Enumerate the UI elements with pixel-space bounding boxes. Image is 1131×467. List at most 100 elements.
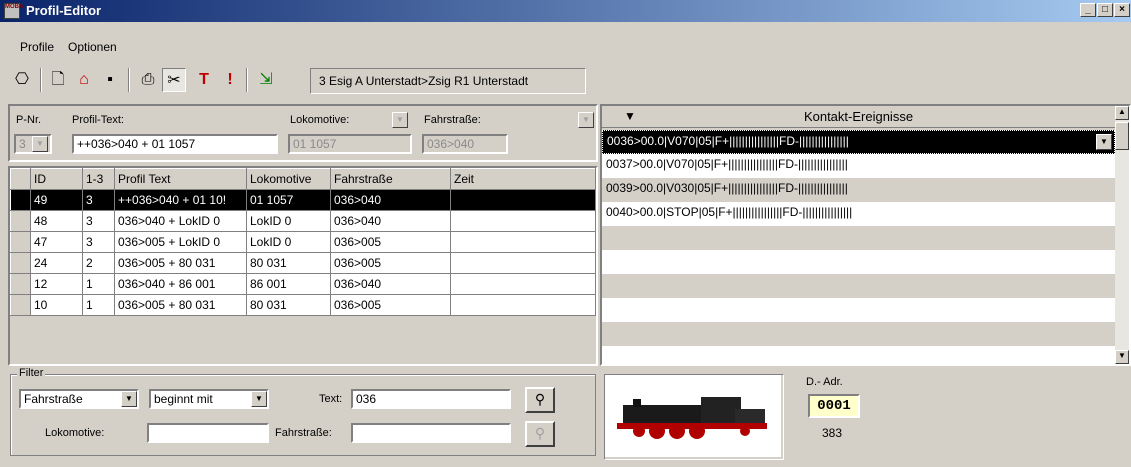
chevron-down-icon[interactable]: ▼ bbox=[578, 112, 594, 128]
menu-profile[interactable]: Profile bbox=[20, 40, 54, 54]
current-row-icon: ▶ bbox=[10, 189, 31, 211]
warning-icon[interactable]: ! bbox=[218, 68, 242, 92]
chevron-down-icon[interactable]: ▼ bbox=[32, 136, 48, 152]
route-input[interactable]: 036>040 bbox=[422, 134, 508, 154]
cell: 036>040 bbox=[330, 273, 451, 295]
filter-route-label: Fahrstraße: bbox=[275, 427, 332, 439]
cell: LokID 0 bbox=[246, 210, 331, 232]
row-header bbox=[10, 294, 31, 316]
dadr-label: D.- Adr. bbox=[806, 376, 843, 388]
event-item-selected[interactable]: 0036>00.0|V070|05|F+||||||||||||||||FD-|… bbox=[602, 130, 1115, 154]
events-panel: ▼ Kontakt-Ereignisse 0036>00.0|V070|05|F… bbox=[600, 104, 1131, 366]
filter-route-input[interactable] bbox=[351, 423, 511, 443]
filter-text-input[interactable]: 036 bbox=[351, 389, 511, 409]
col-zeit[interactable]: Zeit bbox=[450, 168, 596, 190]
events-scrollbar[interactable]: ▲ ▼ bbox=[1115, 106, 1129, 364]
event-item-empty[interactable] bbox=[602, 274, 1115, 298]
cell: 3 bbox=[82, 189, 115, 211]
event-item[interactable]: 0039>00.0|V030|05|F+||||||||||||||||FD-|… bbox=[602, 178, 1115, 202]
table-row[interactable]: ▶ 49 3 ++036>040 + 01 10! 01 1057 036>04… bbox=[10, 189, 596, 211]
cell bbox=[450, 189, 596, 211]
col-1-3[interactable]: 1-3 bbox=[82, 168, 115, 190]
table-row[interactable]: 10 1 036>005 + 80 031 80 031 036>005 bbox=[10, 294, 596, 316]
profile-text-label: Profil-Text: bbox=[72, 114, 124, 126]
cell: 24 bbox=[30, 252, 83, 274]
locomotive-image bbox=[605, 375, 781, 457]
toolbar-separator bbox=[246, 68, 248, 92]
profile-text-input[interactable]: ++036>040 + 01 1057 bbox=[72, 134, 278, 154]
exit-icon[interactable]: ⇲ bbox=[254, 68, 278, 92]
chevron-down-icon[interactable]: ▼ bbox=[1096, 134, 1112, 150]
delete-icon[interactable]: ⌂ bbox=[72, 68, 96, 92]
network-icon[interactable]: ⎔ bbox=[10, 68, 34, 92]
event-item[interactable]: 0037>00.0|V070|05|F+||||||||||||||||FD-|… bbox=[602, 154, 1115, 178]
loco-number: 383 bbox=[822, 426, 843, 440]
save-icon[interactable]: ▪ bbox=[98, 68, 122, 92]
scroll-up-icon[interactable]: ▲ bbox=[1115, 106, 1129, 120]
minimize-button[interactable]: _ bbox=[1080, 3, 1096, 17]
cell: 47 bbox=[30, 231, 83, 253]
cell: 2 bbox=[82, 252, 115, 274]
table-header: ID 1-3 Profil Text Lokomotive Fahrstraße… bbox=[10, 168, 596, 190]
filter-loco-input[interactable] bbox=[147, 423, 269, 443]
cell: 3 bbox=[82, 210, 115, 232]
filter-text-label: Text: bbox=[319, 393, 343, 405]
col-id[interactable]: ID bbox=[30, 168, 83, 190]
cell: 036>005 + LokID 0 bbox=[114, 231, 247, 253]
cut-icon[interactable]: ✂ bbox=[162, 68, 186, 92]
route-display: 3 Esig A Unterstadt>Zsig R1 Unterstadt bbox=[310, 68, 586, 94]
event-item-empty[interactable] bbox=[602, 298, 1115, 322]
maximize-button[interactable]: □ bbox=[1097, 3, 1113, 17]
events-header-label: Kontakt-Ereignisse bbox=[803, 109, 914, 124]
chevron-down-icon[interactable]: ▼ bbox=[121, 391, 137, 407]
cell: 036>005 + 80 031 bbox=[114, 294, 247, 316]
filter-label: Filter bbox=[17, 367, 46, 379]
chevron-down-icon[interactable]: ▼ bbox=[392, 112, 408, 128]
cell: 036>005 + 80 031 bbox=[114, 252, 247, 274]
cell bbox=[450, 252, 596, 274]
loco-label: Lokomotive: bbox=[290, 114, 350, 126]
event-item-empty[interactable] bbox=[602, 250, 1115, 274]
col-lokomotive[interactable]: Lokomotive bbox=[246, 168, 331, 190]
dadr-value: 0001 bbox=[808, 394, 860, 418]
table-row[interactable]: 12 1 036>040 + 86 001 86 001 036>040 bbox=[10, 273, 596, 295]
col-fahrstrasse[interactable]: Fahrstraße bbox=[330, 168, 451, 190]
print-icon[interactable]: ⎙ bbox=[136, 68, 160, 92]
event-item[interactable]: 0040>00.0|STOP|05|F+||||||||||||||||FD-|… bbox=[602, 202, 1115, 226]
loco-input[interactable]: 01 1057 bbox=[288, 134, 412, 154]
table-row[interactable]: 48 3 036>040 + LokID 0 LokID 0 036>040 bbox=[10, 210, 596, 232]
scroll-thumb[interactable] bbox=[1115, 122, 1129, 150]
event-item-empty[interactable] bbox=[602, 226, 1115, 250]
profile-table: ID 1-3 Profil Text Lokomotive Fahrstraße… bbox=[8, 166, 598, 366]
tool-icon[interactable]: T bbox=[192, 68, 216, 92]
event-item-empty[interactable] bbox=[602, 346, 1115, 364]
search-next-binoculars-icon[interactable]: ⚲ bbox=[525, 421, 555, 447]
cell: 036>005 bbox=[330, 294, 451, 316]
col-profil-text[interactable]: Profil Text bbox=[114, 168, 247, 190]
row-header bbox=[10, 273, 31, 295]
cell: 48 bbox=[30, 210, 83, 232]
cell bbox=[450, 294, 596, 316]
close-button[interactable]: × bbox=[1114, 3, 1130, 17]
scroll-down-icon[interactable]: ▼ bbox=[1115, 350, 1129, 364]
cell: 036>040 bbox=[330, 210, 451, 232]
menu-optionen[interactable]: Optionen bbox=[68, 40, 117, 54]
cell: 1 bbox=[82, 273, 115, 295]
filter-group: Filter Fahrstraße ▼ beginnt mit ▼ Text: … bbox=[10, 367, 596, 456]
events-header: ▼ Kontakt-Ereignisse bbox=[602, 106, 1115, 128]
row-header bbox=[10, 168, 31, 190]
new-document-icon[interactable]: 🗋 bbox=[46, 68, 70, 92]
cell: 10 bbox=[30, 294, 83, 316]
row-header bbox=[10, 231, 31, 253]
table-row[interactable]: 24 2 036>005 + 80 031 80 031 036>005 bbox=[10, 252, 596, 274]
cell: 80 031 bbox=[246, 252, 331, 274]
cell: 80 031 bbox=[246, 294, 331, 316]
event-item-empty[interactable] bbox=[602, 322, 1115, 346]
table-row[interactable]: 47 3 036>005 + LokID 0 LokID 0 036>005 bbox=[10, 231, 596, 253]
cell: ++036>040 + 01 10! bbox=[114, 189, 247, 211]
chevron-down-icon[interactable]: ▼ bbox=[251, 391, 267, 407]
cell bbox=[450, 273, 596, 295]
search-binoculars-icon[interactable]: ⚲ bbox=[525, 387, 555, 413]
row-header bbox=[10, 252, 31, 274]
toolbar: ⎔ 🗋 ⌂ ▪ ⎙ ✂ T ! ⇲ 3 Esig A Unterstadt>Zs… bbox=[10, 64, 590, 98]
